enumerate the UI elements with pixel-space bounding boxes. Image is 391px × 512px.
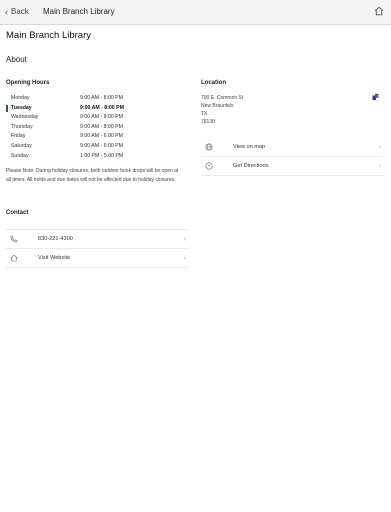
map-pin-icon[interactable] — [372, 93, 379, 101]
chevron-right-icon: › — [183, 254, 186, 262]
contact-title: Contact — [6, 210, 29, 216]
address-line: New Braunfels — [201, 103, 234, 109]
hours-time: 9:00 AM - 6:00 PM — [80, 142, 123, 149]
hours-day: Monday — [11, 95, 30, 101]
hours-day: Saturday — [11, 142, 32, 149]
about-heading: About — [6, 55, 27, 64]
hours-day: Thursday — [11, 123, 33, 130]
address-line: TX — [201, 111, 208, 117]
location-title: Location — [201, 80, 226, 86]
chevron-right-icon: › — [378, 162, 381, 170]
hours-row: Monday 9:00 AM - 8:00 PM — [6, 94, 136, 104]
address-line: 700 E. Common St — [201, 95, 244, 101]
hours-time: 9:00 AM - 8:00 PM — [80, 95, 123, 101]
page-title: Main Branch Library — [6, 30, 92, 41]
view-on-map-row[interactable]: View on map › — [201, 138, 383, 157]
address: 700 E. Common St New Braunfels TX 78130 — [201, 94, 243, 126]
opening-hours-table: Monday 9:00 AM - 8:00 PM Tuesday 9:00 AM… — [6, 94, 136, 161]
hours-time: 9:00 AM - 6:00 PM — [80, 133, 123, 140]
chevron-right-icon: › — [378, 143, 381, 151]
hours-row: Wednesday 9:00 AM - 8:00 PM — [6, 113, 136, 123]
hours-day: Friday — [11, 133, 26, 140]
home-icon — [10, 254, 18, 262]
hours-row: Saturday 9:00 AM - 6:00 PM — [6, 142, 136, 152]
get-directions-row[interactable]: Get Directions › — [201, 157, 383, 176]
hours-time: 9:00 AM - 8:00 PM — [80, 114, 123, 121]
get-directions-label: Get Directions — [233, 163, 269, 169]
view-on-map-label: View on map — [233, 144, 266, 150]
address-line: 78130 — [201, 119, 215, 125]
hours-time: 9:00 AM - 8:00 PM — [80, 123, 123, 130]
phone-number: 830-221-4300 — [38, 236, 73, 242]
directions-icon — [205, 162, 213, 170]
nav-title: Main Branch Library — [43, 7, 115, 16]
home-icon[interactable] — [374, 6, 384, 16]
phone-row[interactable]: 830-221-4300 › — [6, 230, 188, 249]
visit-website-label: Visit Website — [38, 255, 71, 261]
hours-row: Thursday 9:00 AM - 8:00 PM — [6, 123, 136, 133]
globe-icon — [205, 143, 213, 151]
hours-day: Wednesday — [11, 114, 39, 121]
back-button[interactable]: ‹ Back — [5, 7, 29, 16]
hours-time: 9:00 AM - 8:00 PM — [80, 104, 124, 111]
hours-day: Tuesday — [11, 104, 32, 111]
navigation-bar: ‹ Back Main Branch Library — [0, 0, 391, 25]
hours-row: Sunday 1:00 PM - 5:00 PM — [6, 152, 136, 162]
hours-row: Friday 9:00 AM - 6:00 PM — [6, 132, 136, 142]
holiday-note: Please Note: During holiday closures, bo… — [6, 168, 179, 183]
hours-time: 1:00 PM - 5:00 PM — [80, 152, 124, 159]
phone-icon — [10, 235, 18, 243]
back-label: Back — [11, 7, 29, 16]
chevron-right-icon: › — [183, 235, 186, 243]
hours-day: Sunday — [11, 152, 29, 159]
hours-row-today: Tuesday 9:00 AM - 8:00 PM — [6, 104, 136, 114]
opening-hours-title: Opening Hours — [6, 80, 50, 86]
chevron-left-icon: ‹ — [5, 6, 8, 17]
visit-website-row[interactable]: Visit Website › — [6, 249, 188, 268]
